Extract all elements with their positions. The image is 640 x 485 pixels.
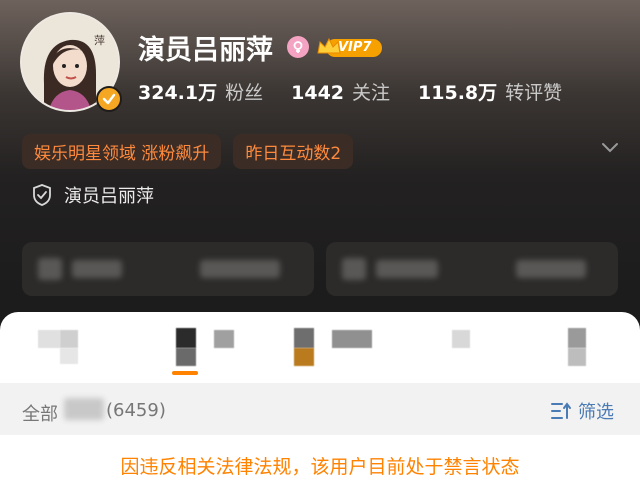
blurred-card-left[interactable] xyxy=(22,242,314,296)
shield-icon xyxy=(33,184,51,206)
tag-interactions[interactable]: 昨日互动数2 xyxy=(233,134,354,169)
filter-button[interactable]: 筛选 xyxy=(550,398,614,424)
svg-text:萍: 萍 xyxy=(94,34,105,47)
chevron-down-icon[interactable] xyxy=(600,140,620,159)
interactions-label: 转评赞 xyxy=(505,82,563,104)
all-posts-label[interactable]: 全部 xyxy=(22,400,58,426)
followers-label[interactable]: 粉丝 xyxy=(225,78,263,105)
verified-badge-icon xyxy=(96,86,122,112)
filter-icon xyxy=(551,402,571,419)
identity-label: 演员吕丽萍 xyxy=(64,186,154,207)
female-gender-icon xyxy=(287,36,309,58)
following-count[interactable]: 1442 xyxy=(291,82,344,104)
ban-notice: 因违反相关法律法规，该用户目前处于禁言状态 xyxy=(120,456,520,478)
profile-stats: 324.1万 粉丝 1442 关注 115.8万 转评赞 xyxy=(138,78,590,105)
following-label[interactable]: 关注 xyxy=(352,78,390,105)
filter-label: 筛选 xyxy=(578,402,614,423)
vip-level-label: VIP7 xyxy=(338,40,372,55)
profile-name: 演员吕丽萍 xyxy=(138,35,273,66)
blurred-card-right[interactable] xyxy=(326,242,618,296)
tag-entertainment[interactable]: 娱乐明星领域 涨粉飙升 xyxy=(22,134,222,169)
identity-verification[interactable]: 演员吕丽萍 xyxy=(32,182,154,208)
all-posts-blurred-label xyxy=(64,398,104,420)
posts-count: (6459) xyxy=(106,400,166,421)
profile-tags: 娱乐明星领域 涨粉飙升 昨日互动数2 xyxy=(22,134,354,169)
vip-badge[interactable]: VIP7 xyxy=(316,37,386,59)
active-tab-indicator xyxy=(172,371,198,375)
interactions-count: 115.8万 xyxy=(418,82,498,104)
followers-count[interactable]: 324.1万 xyxy=(138,78,217,105)
